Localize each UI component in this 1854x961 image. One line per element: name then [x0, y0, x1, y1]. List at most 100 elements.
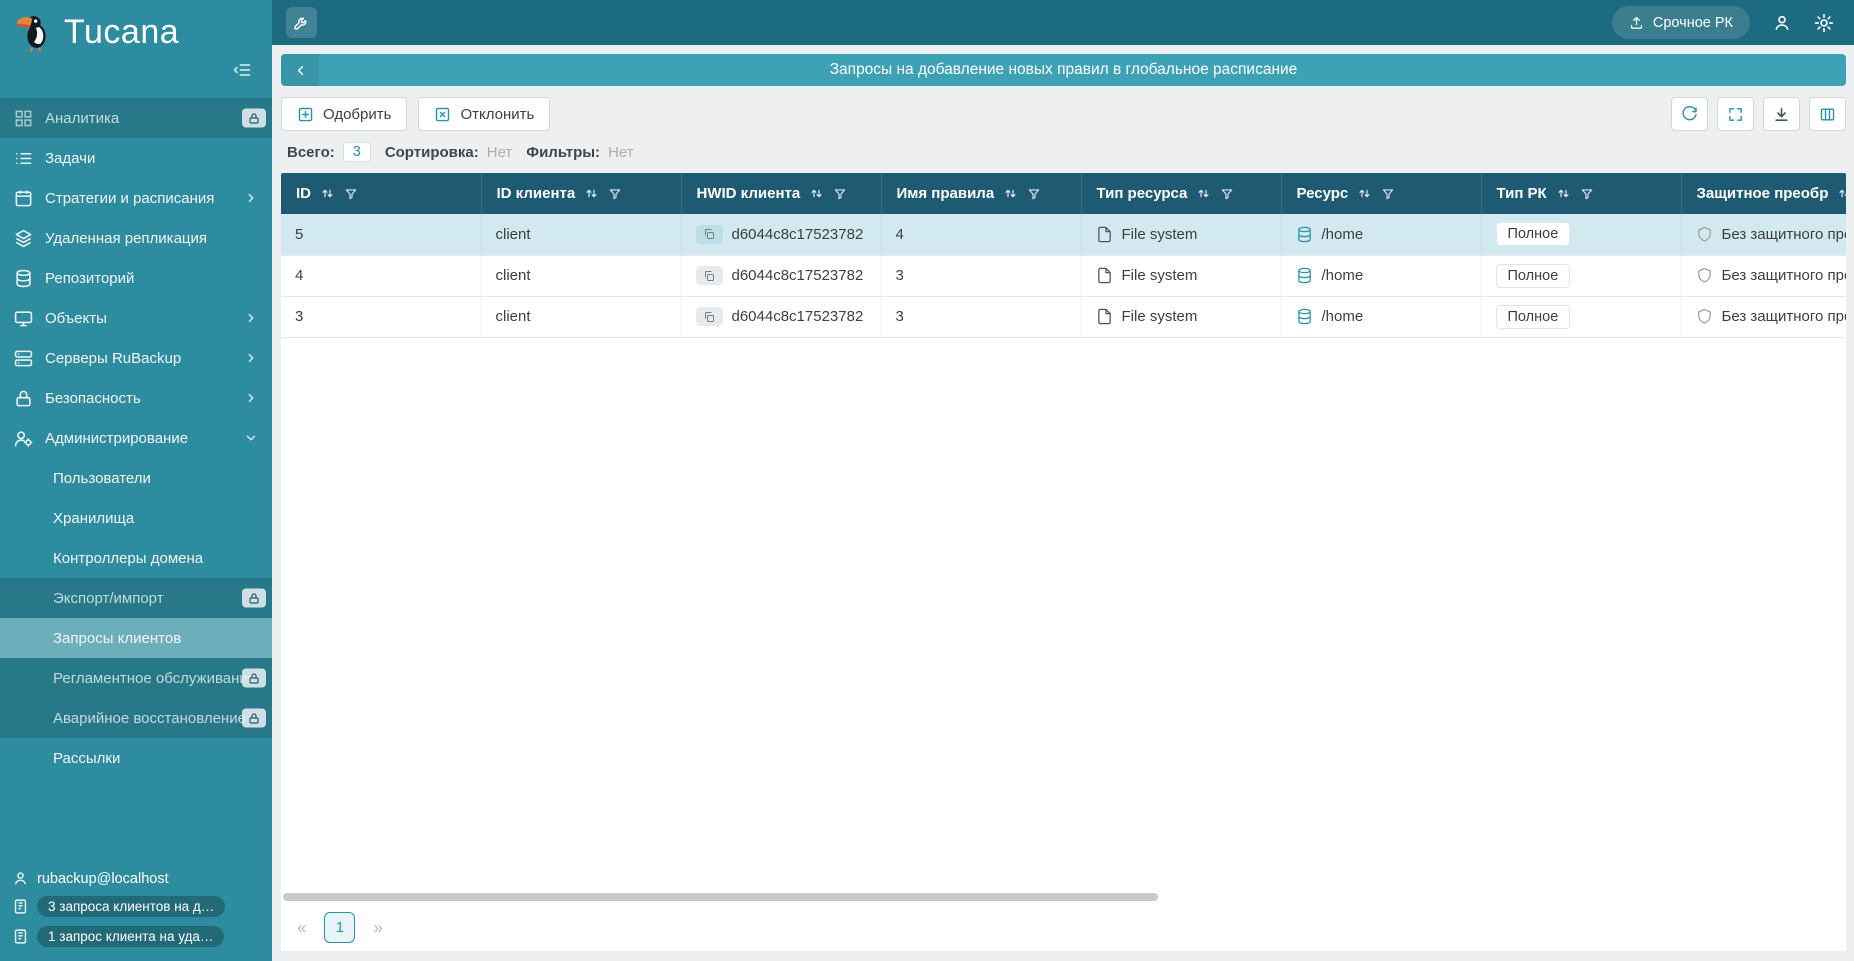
user-login: rubackup@localhost [37, 871, 169, 887]
sidebar-collapse-icon[interactable] [232, 60, 252, 80]
tools-button[interactable] [286, 7, 317, 38]
sidebar-item-security[interactable]: Безопасность [0, 378, 272, 418]
column-header-hwid[interactable]: HWID клиента [681, 173, 881, 214]
lock-icon [14, 389, 33, 408]
plus-square-icon [297, 106, 314, 123]
refresh-icon [1681, 106, 1698, 123]
sidebar-item-replication[interactable]: Удаленная репликация [0, 218, 272, 258]
remove-requests-badge[interactable]: 1 запрос клиента на уда… [37, 926, 224, 947]
sidebar-item-disaster-recovery[interactable]: Аварийное восстановление [0, 698, 272, 738]
column-header-resource[interactable]: Ресурс [1281, 173, 1481, 214]
add-requests-badge[interactable]: 3 запроса клиентов на д… [37, 896, 225, 917]
lock-icon [242, 589, 266, 608]
sidebar-item-export-import[interactable]: Экспорт/импорт [0, 578, 272, 618]
sidebar-item-mailings[interactable]: Рассылки [0, 738, 272, 778]
pagination-page-1[interactable]: 1 [324, 912, 355, 943]
filters-label: Фильтры: [526, 144, 600, 161]
fullscreen-icon [1727, 106, 1744, 123]
total-count: 3 [343, 142, 371, 162]
column-header-client-id[interactable]: ID клиента [481, 173, 681, 214]
back-button[interactable] [281, 54, 319, 86]
table-row[interactable]: 5 client d6044c8c17523782 4 File system … [281, 214, 1846, 255]
sort-icon[interactable] [1196, 186, 1211, 201]
sidebar-item-repository[interactable]: Репозиторий [0, 258, 272, 298]
sort-icon[interactable] [1556, 186, 1571, 201]
column-header-backup-type[interactable]: Тип РК [1481, 173, 1681, 214]
sidebar-item-storages[interactable]: Хранилища [0, 498, 272, 538]
sidebar-item-administration[interactable]: Администрирование [0, 418, 272, 458]
sort-icon[interactable] [1837, 186, 1846, 201]
sidebar-item-scheduled-maintenance[interactable]: Регламентное обслуживание [0, 658, 272, 698]
reject-button[interactable]: Отклонить [418, 97, 550, 131]
x-square-icon [434, 106, 451, 123]
sidebar-item-domain-controllers[interactable]: Контроллеры домена [0, 538, 272, 578]
filter-icon[interactable] [1220, 187, 1234, 201]
sidebar-item-label: Администрирование [45, 430, 188, 447]
cell-rule-name: 3 [896, 267, 904, 284]
sidebar-item-label: Объекты [45, 310, 107, 327]
copy-button[interactable] [696, 307, 723, 326]
cell-id: 3 [295, 308, 303, 325]
cell-resource-type: File system [1122, 226, 1198, 243]
download-button[interactable] [1763, 97, 1800, 131]
cell-id: 4 [295, 267, 303, 284]
cell-resource-type: File system [1122, 267, 1198, 284]
column-header-resource-type[interactable]: Тип ресурса [1081, 173, 1281, 214]
backup-type-badge: Полное [1496, 264, 1571, 288]
refresh-button[interactable] [1671, 97, 1708, 131]
filter-icon[interactable] [1027, 187, 1041, 201]
sort-icon[interactable] [809, 186, 824, 201]
copy-button[interactable] [696, 225, 723, 244]
pagination-last-icon[interactable]: » [373, 918, 382, 938]
fullscreen-button[interactable] [1717, 97, 1754, 131]
approve-button[interactable]: Одобрить [281, 97, 407, 131]
chevron-right-icon [244, 351, 258, 365]
sort-icon[interactable] [584, 186, 599, 201]
cell-resource: /home [1322, 267, 1364, 284]
account-icon[interactable] [1772, 13, 1792, 33]
cell-id: 5 [295, 226, 303, 243]
filter-icon[interactable] [344, 187, 358, 201]
urgent-backup-label: Срочное РК [1653, 15, 1733, 31]
sidebar-item-objects[interactable]: Объекты [0, 298, 272, 338]
sidebar-item-label: Контроллеры домена [53, 550, 203, 567]
reject-label: Отклонить [460, 106, 534, 123]
sidebar-item-tasks[interactable]: Задачи [0, 138, 272, 178]
column-header-protection[interactable]: Защитное преобр [1681, 173, 1846, 214]
column-header-id[interactable]: ID [281, 173, 481, 214]
sidebar-item-label: Удаленная репликация [45, 230, 207, 247]
sidebar-item-servers[interactable]: Серверы RuBackup [0, 338, 272, 378]
app-title: Tucana [64, 13, 179, 52]
chevron-right-icon [244, 391, 258, 405]
settings-gear-icon[interactable] [1814, 13, 1834, 33]
sidebar-item-client-requests[interactable]: Запросы клиентов [0, 618, 272, 658]
sidebar-item-strategies[interactable]: Стратегии и расписания [0, 178, 272, 218]
cell-client-id: client [496, 226, 531, 243]
column-header-rule-name[interactable]: Имя правила [881, 173, 1081, 214]
layers-icon [14, 229, 33, 248]
sidebar-item-users[interactable]: Пользователи [0, 458, 272, 498]
table-row[interactable]: 4 client d6044c8c17523782 3 File system … [281, 255, 1846, 296]
sidebar: Tucana Аналитика Задачи Стратегии и расп… [0, 0, 272, 961]
filter-icon[interactable] [833, 187, 847, 201]
filter-icon[interactable] [608, 187, 622, 201]
table-row[interactable]: 3 client d6044c8c17523782 3 File system … [281, 296, 1846, 337]
user-icon [12, 870, 29, 887]
upload-icon [1629, 15, 1644, 30]
horizontal-scrollbar-thumb[interactable] [283, 893, 1158, 901]
columns-button[interactable] [1809, 97, 1846, 131]
sort-icon[interactable] [1357, 186, 1372, 201]
copy-button[interactable] [696, 266, 723, 285]
report-icon [12, 898, 29, 915]
backup-type-badge: Полное [1496, 305, 1571, 329]
notification-remove-requests: 1 запрос клиента на уда… [12, 926, 260, 947]
cell-hwid: d6044c8c17523782 [732, 226, 864, 243]
filter-icon[interactable] [1381, 187, 1395, 201]
sidebar-item-analytics[interactable]: Аналитика [0, 98, 272, 138]
cell-hwid: d6044c8c17523782 [732, 267, 864, 284]
urgent-backup-button[interactable]: Срочное РК [1612, 6, 1750, 39]
pagination-first-icon[interactable]: « [297, 918, 306, 938]
sort-icon[interactable] [320, 186, 335, 201]
filter-icon[interactable] [1580, 187, 1594, 201]
sort-icon[interactable] [1003, 186, 1018, 201]
